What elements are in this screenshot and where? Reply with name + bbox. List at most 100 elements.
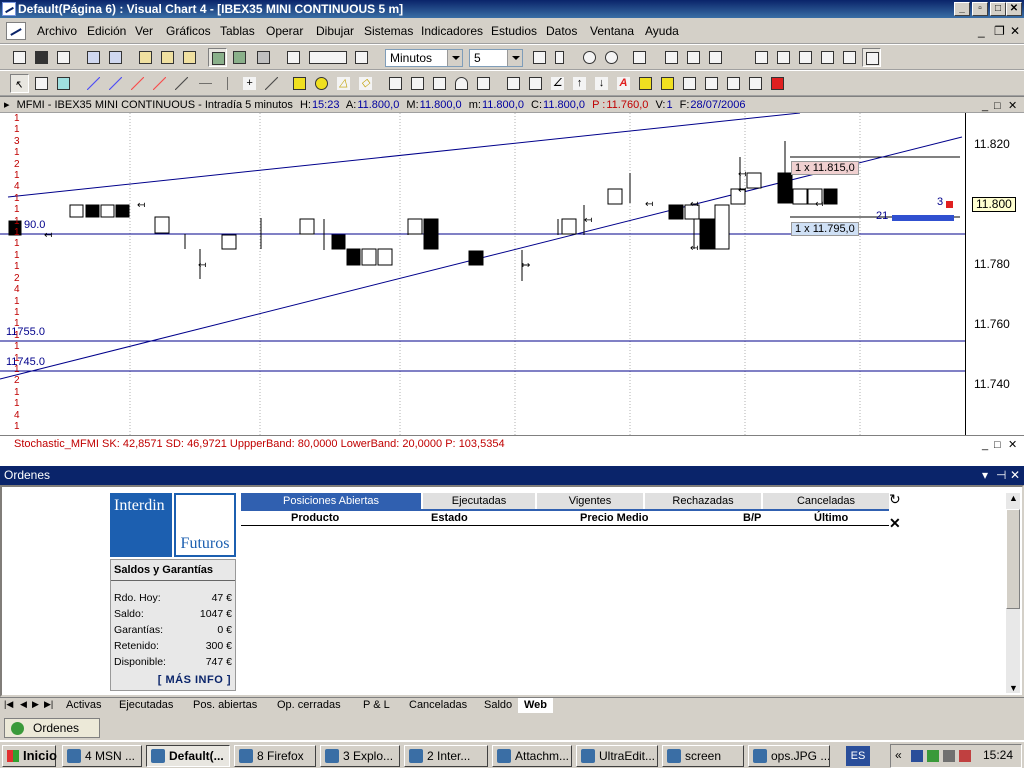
candle-chart-icon[interactable] [106, 48, 125, 67]
diamond-shape-icon[interactable]: ◇ [356, 74, 375, 93]
tray-network-icon[interactable] [911, 750, 923, 762]
task-ultraedit[interactable]: UltraEdit... [576, 745, 658, 767]
menu-edicion[interactable]: Edición [87, 24, 126, 38]
chart-close-button[interactable]: ✕ [1008, 98, 1017, 112]
window-6-icon[interactable] [862, 48, 881, 67]
cursor-link-icon[interactable] [230, 48, 249, 67]
stochastic-plot[interactable] [0, 451, 965, 467]
triangle-shape-icon[interactable]: △ [334, 74, 353, 93]
channel-icon[interactable] [128, 74, 147, 93]
maximize-button[interactable]: □ [990, 2, 1006, 16]
sheet-tab-pos-abiertas[interactable]: Pos. abiertas [187, 698, 264, 713]
chart-window-icon[interactable] [6, 22, 26, 40]
eraser-icon[interactable] [768, 74, 787, 93]
andrews-icon[interactable] [504, 74, 523, 93]
sell-order-box[interactable]: 1 x 11.815,0 [791, 161, 859, 175]
mdi-close-button[interactable]: ✕ [1010, 24, 1020, 38]
scroll-up-icon[interactable]: ▲ [1009, 493, 1018, 503]
fibonacci-time-icon[interactable] [408, 74, 427, 93]
price-plot[interactable]: ↤ ↤ ↤ ↦ ↤ ↤ ↤ ↤ ↤ ↤ ↤ 1 x 11.815,0 1 x 1… [0, 113, 965, 435]
window-1-icon[interactable] [752, 48, 771, 67]
ellipse-shape-icon[interactable] [312, 74, 331, 93]
menu-archivo[interactable]: Archivo [37, 24, 77, 38]
square-shape-icon[interactable] [290, 74, 309, 93]
sheet-tab-op-cerradas[interactable]: Op. cerradas [271, 698, 347, 713]
buy-order-box[interactable]: 1 x 11.795,0 [791, 222, 859, 236]
sheet-tab-ejecutadas[interactable]: Ejecutadas [113, 698, 180, 713]
tab-ejecutadas[interactable]: Ejecutadas [423, 493, 535, 509]
tray-volume-icon[interactable] [943, 750, 955, 762]
table-icon[interactable] [724, 74, 743, 93]
vertical-scrollbar[interactable]: ▲ ▼ [1006, 493, 1020, 693]
sheet-tab-canceladas[interactable]: Canceladas [403, 698, 474, 713]
curve-icon[interactable] [262, 74, 281, 93]
tab-canceladas[interactable]: Canceladas [763, 493, 889, 509]
open-page-icon[interactable] [136, 48, 155, 67]
orders-close-button[interactable]: ✕ [1010, 466, 1020, 485]
fibonacci-fan-icon[interactable] [430, 74, 449, 93]
indicator-icon[interactable] [630, 48, 649, 67]
task-ops-jpg[interactable]: ops.JPG ... [748, 745, 830, 767]
minimize-button[interactable]: _ [954, 2, 970, 16]
parallel-icon[interactable] [150, 74, 169, 93]
cross-line-icon[interactable]: + [240, 74, 259, 93]
sheet-tab-pl[interactable]: P & L [357, 698, 396, 713]
last-sheet-icon[interactable]: ▶| [44, 699, 53, 710]
ray-line-icon[interactable] [106, 74, 125, 93]
angle-icon[interactable]: ∠ [548, 74, 567, 93]
sheet-tab-saldo[interactable]: Saldo [478, 698, 519, 713]
chart-type-icon[interactable] [530, 48, 549, 67]
scroll-arrows-icon[interactable] [306, 48, 350, 67]
magnifier-icon[interactable] [702, 74, 721, 93]
fibonacci-arcs-icon[interactable] [452, 74, 471, 93]
chart-maximize-button[interactable]: □ [994, 98, 1001, 112]
tray-app-icon[interactable] [959, 750, 971, 762]
note-icon[interactable] [636, 74, 655, 93]
window-2-icon[interactable] [774, 48, 793, 67]
sheet-tab-activas[interactable]: Activas [60, 698, 108, 713]
tab-vigentes[interactable]: Vigentes [537, 493, 643, 509]
menu-ventana[interactable]: Ventana [590, 24, 634, 38]
gann-icon[interactable] [526, 74, 545, 93]
tab-rechazadas[interactable]: Rechazadas [645, 493, 761, 509]
tray-msn-icon[interactable] [927, 750, 939, 762]
zoom-in-icon[interactable] [580, 48, 599, 67]
trendline-icon[interactable] [84, 74, 103, 93]
menu-sistemas[interactable]: Sistemas [364, 24, 413, 38]
menu-indicadores[interactable]: Indicadores [421, 24, 483, 38]
task-visual-chart[interactable]: Default(... [146, 745, 230, 767]
close-button[interactable]: ✕ [1006, 2, 1022, 16]
prev-sheet-icon[interactable]: ◀ [20, 699, 27, 710]
task-msn[interactable]: 4 MSN ... [62, 745, 142, 767]
double-line-icon[interactable] [172, 74, 191, 93]
restore-button[interactable]: ▫ [972, 2, 988, 16]
menu-ayuda[interactable]: Ayuda [645, 24, 679, 38]
menu-ver[interactable]: Ver [135, 24, 153, 38]
orders-pin-icon[interactable]: ⊣ [996, 466, 1006, 485]
page-icon[interactable] [158, 48, 177, 67]
window-5-icon[interactable] [840, 48, 859, 67]
select-tool-icon[interactable]: ↖ [10, 74, 29, 93]
task-attachments[interactable]: Attachm... [492, 745, 572, 767]
first-sheet-icon[interactable]: |◀ [4, 699, 13, 710]
task-explorer[interactable]: 3 Explo... [320, 745, 400, 767]
next-sheet-icon[interactable]: ▶ [32, 699, 39, 710]
language-indicator[interactable]: ES [846, 746, 870, 766]
crosshair-icon[interactable] [208, 48, 227, 67]
horizontal-line-icon[interactable] [196, 74, 215, 93]
tab-posiciones-abiertas[interactable]: Posiciones Abiertas [241, 493, 421, 509]
task-internet[interactable]: 2 Inter... [404, 745, 488, 767]
interval-select[interactable]: 5 [469, 49, 523, 67]
pointer-icon[interactable] [684, 48, 703, 67]
stoch-minimize-button[interactable]: _ [982, 437, 988, 453]
mdi-restore-button[interactable]: ❐ [994, 24, 1005, 38]
stoch-maximize-button[interactable]: □ [994, 437, 1001, 453]
fibonacci-lines-icon[interactable] [386, 74, 405, 93]
mdi-minimize-button[interactable]: _ [978, 24, 985, 38]
bar-chart-icon[interactable] [84, 48, 103, 67]
menu-datos[interactable]: Datos [546, 24, 577, 38]
task-firefox[interactable]: 8 Firefox [234, 745, 316, 767]
rectangle-select-icon[interactable] [54, 74, 73, 93]
new-icon[interactable] [10, 48, 29, 67]
menu-estudios[interactable]: Estudios [491, 24, 537, 38]
